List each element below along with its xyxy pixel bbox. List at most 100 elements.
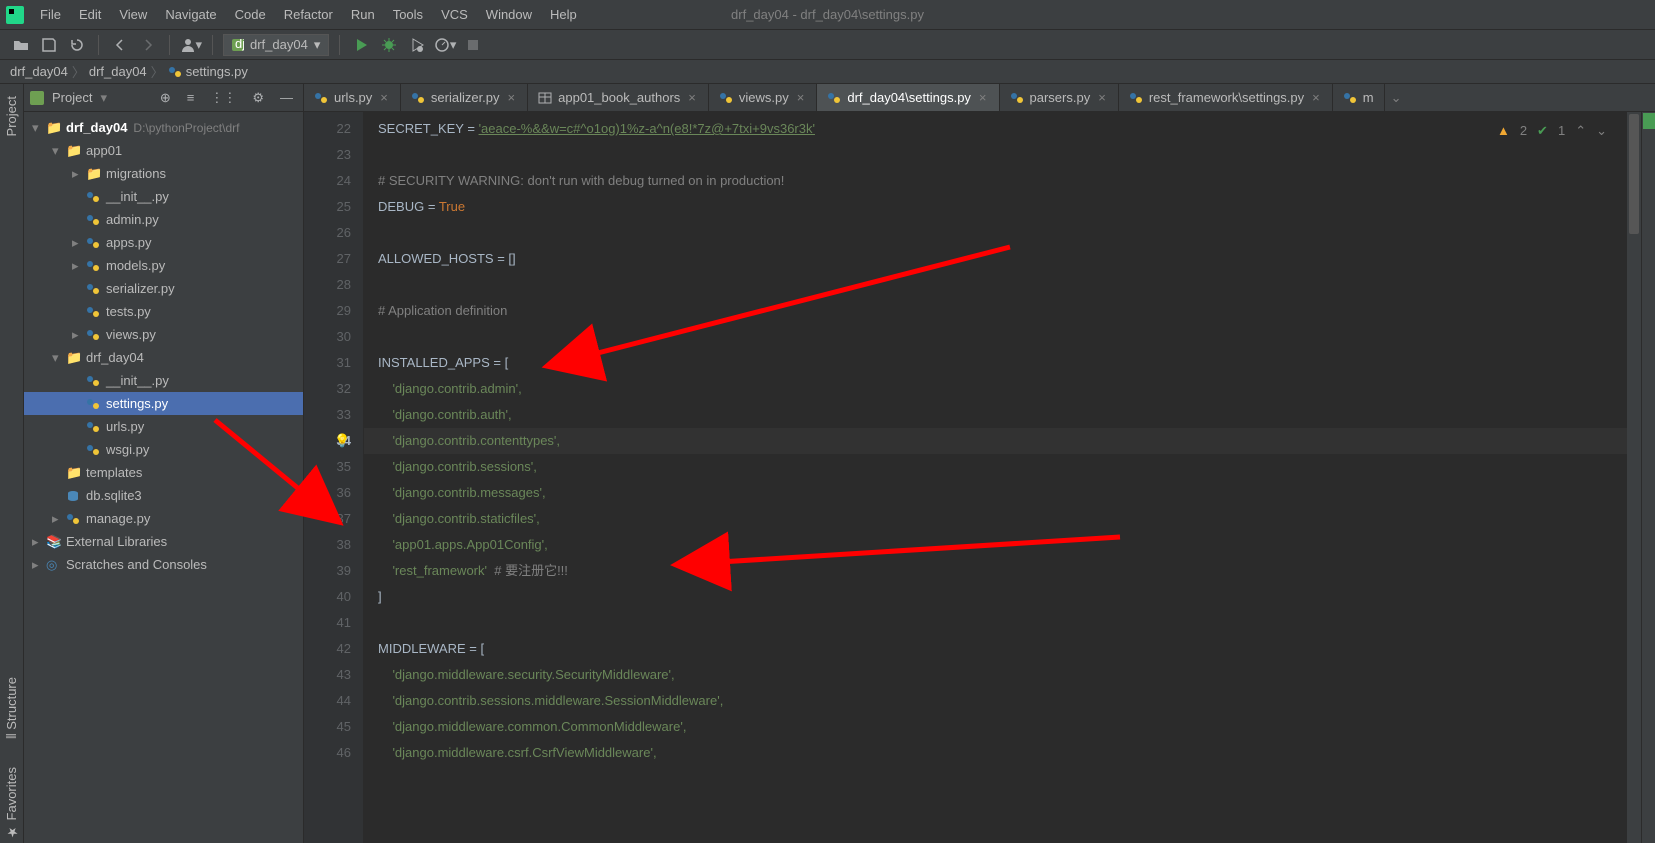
breadcrumbs: drf_day04 〉 drf_day04 〉 settings.py: [0, 60, 1655, 84]
open-icon[interactable]: [10, 34, 32, 56]
menu-vcs[interactable]: VCS: [433, 5, 476, 24]
tree-apps[interactable]: ▸apps.py: [24, 231, 303, 254]
tab-serializer[interactable]: serializer.py×: [401, 84, 528, 112]
close-icon[interactable]: ×: [1096, 90, 1108, 105]
line-gutter: 2223242526272829303132333435363738394041…: [304, 112, 364, 843]
menu-file[interactable]: File: [32, 5, 69, 24]
menubar: File Edit View Navigate Code Refactor Ru…: [0, 0, 1655, 30]
favorites-tool-tab[interactable]: ★ Favorites: [2, 763, 21, 843]
breadcrumb-root[interactable]: drf_day04: [10, 64, 68, 79]
menu-run[interactable]: Run: [343, 5, 383, 24]
tree-wsgi[interactable]: wsgi.py: [24, 438, 303, 461]
intention-bulb-icon[interactable]: 💡: [334, 428, 350, 454]
toolbar: ▾ dj drf_day04 ▾ ▾: [0, 30, 1655, 60]
run-icon[interactable]: [350, 34, 372, 56]
profile-icon[interactable]: ▾: [434, 34, 456, 56]
structure-tool-tab[interactable]: ⫴ Structure: [2, 673, 21, 743]
separator: [169, 35, 170, 55]
menu-refactor[interactable]: Refactor: [276, 5, 341, 24]
tree-serializer[interactable]: serializer.py: [24, 277, 303, 300]
tree-ext-libs[interactable]: ▸📚External Libraries: [24, 530, 303, 553]
project-tool-tab[interactable]: Project: [2, 92, 21, 140]
back-icon[interactable]: [109, 34, 131, 56]
close-icon[interactable]: ×: [506, 90, 518, 105]
project-sidebar: Project ▾ ⊕ ≡ ⋮⋮ ⚙ — ▾📁drf_day04D:\pytho…: [24, 84, 304, 843]
scope-icon[interactable]: ⋮⋮: [206, 90, 240, 106]
editor-area: urls.py× serializer.py× app01_book_autho…: [304, 84, 1655, 843]
tree-root[interactable]: ▾📁drf_day04D:\pythonProject\drf: [24, 116, 303, 139]
run-config-selector[interactable]: dj drf_day04 ▾: [223, 34, 329, 56]
close-icon[interactable]: ×: [686, 90, 698, 105]
tab-rf-settings[interactable]: rest_framework\settings.py×: [1119, 84, 1333, 112]
tree-app01[interactable]: ▾📁app01: [24, 139, 303, 162]
tree-urls[interactable]: urls.py: [24, 415, 303, 438]
menu-code[interactable]: Code: [227, 5, 274, 24]
chevron-up-icon[interactable]: ⌃: [1575, 118, 1586, 144]
debug-icon[interactable]: [378, 34, 400, 56]
locate-icon[interactable]: ⊕: [156, 90, 175, 106]
sidebar-title: Project: [52, 90, 92, 105]
pycharm-logo-icon: [6, 6, 24, 24]
breadcrumb-dir[interactable]: drf_day04: [89, 64, 147, 79]
breadcrumb-sep-icon: 〉: [72, 62, 85, 81]
tree-models[interactable]: ▸models.py: [24, 254, 303, 277]
tree-admin[interactable]: admin.py: [24, 208, 303, 231]
user-icon[interactable]: ▾: [180, 34, 202, 56]
tree-init2[interactable]: __init__.py: [24, 369, 303, 392]
tab-urls[interactable]: urls.py×: [304, 84, 401, 112]
tree-drfdir[interactable]: ▾📁drf_day04: [24, 346, 303, 369]
hide-icon[interactable]: —: [276, 90, 297, 105]
close-icon[interactable]: ×: [1310, 90, 1322, 105]
project-icon: [30, 91, 44, 105]
chevron-down-icon[interactable]: ⌄: [1596, 118, 1607, 144]
project-tree: ▾📁drf_day04D:\pythonProject\drf ▾📁app01 …: [24, 112, 303, 843]
tree-migrations[interactable]: ▸📁migrations: [24, 162, 303, 185]
tree-db[interactable]: db.sqlite3: [24, 484, 303, 507]
tree-init[interactable]: __init__.py: [24, 185, 303, 208]
tabs-overflow-icon[interactable]: ⌄: [1385, 90, 1408, 106]
close-icon[interactable]: ×: [378, 90, 390, 105]
stop-icon[interactable]: [462, 34, 484, 56]
svg-text:dj: dj: [235, 39, 244, 51]
warning-icon: ▲: [1497, 118, 1510, 144]
separator: [98, 35, 99, 55]
menu-edit[interactable]: Edit: [71, 5, 109, 24]
tab-views[interactable]: views.py×: [709, 84, 817, 112]
menu-tools[interactable]: Tools: [385, 5, 431, 24]
breadcrumb-file[interactable]: settings.py: [186, 64, 248, 79]
tree-settings[interactable]: settings.py: [24, 392, 303, 415]
window-title: drf_day04 - drf_day04\settings.py: [731, 7, 924, 22]
python-file-icon: [168, 65, 182, 79]
menu-view[interactable]: View: [111, 5, 155, 24]
right-gutter[interactable]: [1641, 112, 1655, 843]
tree-scratches[interactable]: ▸◎Scratches and Consoles: [24, 553, 303, 576]
sync-icon[interactable]: [66, 34, 88, 56]
save-icon[interactable]: [38, 34, 60, 56]
inspection-status[interactable]: ▲2 ✔1 ⌃ ⌄: [1497, 118, 1607, 144]
close-icon[interactable]: ×: [977, 90, 989, 105]
coverage-icon[interactable]: [406, 34, 428, 56]
run-config-label: drf_day04: [250, 37, 308, 52]
menu-window[interactable]: Window: [478, 5, 540, 24]
separator: [212, 35, 213, 55]
close-icon[interactable]: ×: [795, 90, 807, 105]
menu-navigate[interactable]: Navigate: [157, 5, 224, 24]
tree-manage[interactable]: ▸manage.py: [24, 507, 303, 530]
tab-more[interactable]: m: [1333, 84, 1385, 112]
forward-icon[interactable]: [137, 34, 159, 56]
tab-table[interactable]: app01_book_authors×: [528, 84, 709, 112]
menu-help[interactable]: Help: [542, 5, 585, 24]
tree-templates[interactable]: 📁templates: [24, 461, 303, 484]
tree-tests[interactable]: tests.py: [24, 300, 303, 323]
tab-settings[interactable]: drf_day04\settings.py×: [817, 84, 999, 112]
tree-views[interactable]: ▸views.py: [24, 323, 303, 346]
editor-scrollbar[interactable]: [1627, 112, 1641, 843]
breadcrumb-sep-icon: 〉: [151, 62, 164, 81]
tab-parsers[interactable]: parsers.py×: [1000, 84, 1119, 112]
code-editor[interactable]: 2223242526272829303132333435363738394041…: [304, 112, 1655, 843]
editor-tabs: urls.py× serializer.py× app01_book_autho…: [304, 84, 1655, 112]
flatten-icon[interactable]: ≡: [183, 90, 199, 105]
separator: [339, 35, 340, 55]
code-content[interactable]: ▲2 ✔1 ⌃ ⌄ SECRET_KEY = 'aeace-%&&w=c#^o1…: [364, 112, 1627, 843]
settings-icon[interactable]: ⚙: [248, 90, 268, 106]
